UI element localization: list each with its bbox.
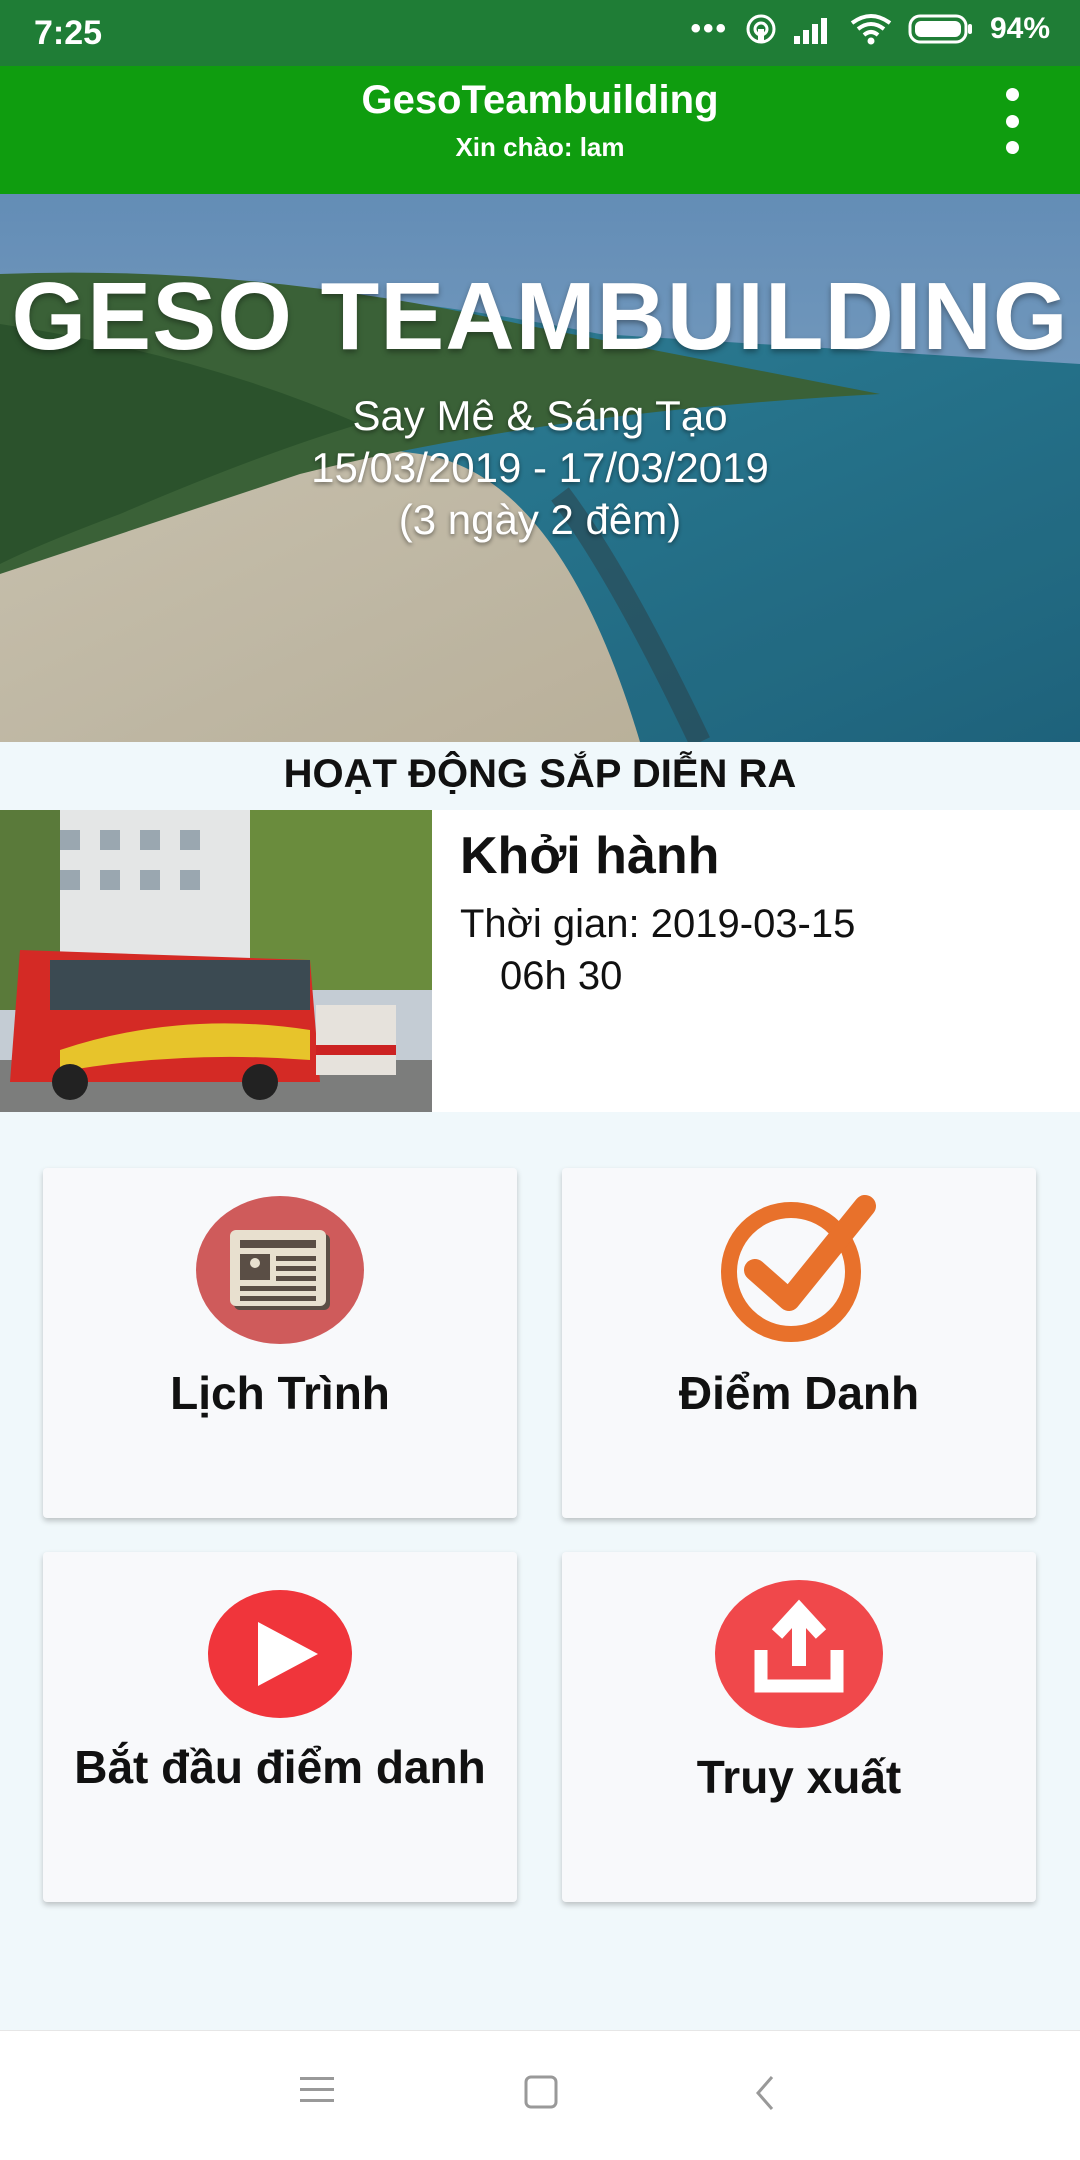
upload-icon	[715, 1580, 883, 1728]
upcoming-section-title: HOẠT ĐỘNG SẮP DIỄN RA	[283, 752, 797, 796]
schedule-card[interactable]: Lịch Trình	[43, 1168, 517, 1518]
signal-icon	[793, 18, 827, 44]
menu-icon[interactable]	[300, 2075, 334, 2105]
hero-duration: (3 ngày 2 đêm)	[398, 496, 682, 543]
hero-slogan: Say Mê & Sáng Tạo	[352, 392, 728, 439]
start-attendance-card[interactable]: Bắt đầu điểm danh	[43, 1552, 517, 1902]
battery-percent: 94%	[989, 12, 1050, 45]
hotspot-icon	[746, 14, 776, 44]
event-hour: 06h 30	[500, 954, 623, 998]
play-icon	[208, 1590, 352, 1718]
navigation-bar	[0, 2030, 1080, 2160]
export-label: Truy xuất	[696, 1751, 902, 1803]
wifi-icon	[850, 14, 892, 45]
start-attendance-label: Bắt đầu điểm danh	[74, 1741, 486, 1793]
app-title: GesoTeambuilding	[361, 78, 719, 122]
hero-dates: 15/03/2019 - 17/03/2019	[311, 444, 769, 491]
event-thumbnail	[0, 810, 432, 1112]
greeting-text: Xin chào: lam	[455, 132, 625, 162]
back-icon[interactable]	[754, 2075, 776, 2111]
event-time: Thời gian: 2019-03-15	[460, 902, 856, 946]
upcoming-event-card[interactable]: Khởi hành Thời gian: 2019-03-15 06h 30	[0, 810, 1080, 1112]
event-name: Khởi hành	[460, 827, 720, 885]
export-card[interactable]: Truy xuất	[562, 1552, 1036, 1902]
more-vert-icon[interactable]	[1000, 88, 1024, 154]
bus-image	[0, 810, 432, 1112]
hero-title: GESO TEAMBUILDING	[11, 263, 1069, 370]
attendance-label: Điểm Danh	[678, 1367, 920, 1419]
schedule-label: Lịch Trình	[170, 1367, 390, 1419]
newspaper-icon	[196, 1196, 364, 1344]
status-time: 7:25	[34, 14, 103, 52]
app-bar: GesoTeambuilding Xin chào: lam	[0, 66, 1080, 194]
battery-icon	[908, 14, 972, 44]
hero-banner: GESO TEAMBUILDING Say Mê & Sáng Tạo 15/0…	[0, 194, 1080, 742]
checkmark-icon	[721, 1195, 876, 1342]
home-square-icon[interactable]	[524, 2075, 558, 2109]
status-icons: ••• 94%	[690, 12, 1050, 46]
attendance-card[interactable]: Điểm Danh	[562, 1168, 1036, 1518]
more-dots-icon: •••	[690, 12, 728, 45]
status-bar: 7:25 ••• 94%	[0, 0, 1080, 66]
